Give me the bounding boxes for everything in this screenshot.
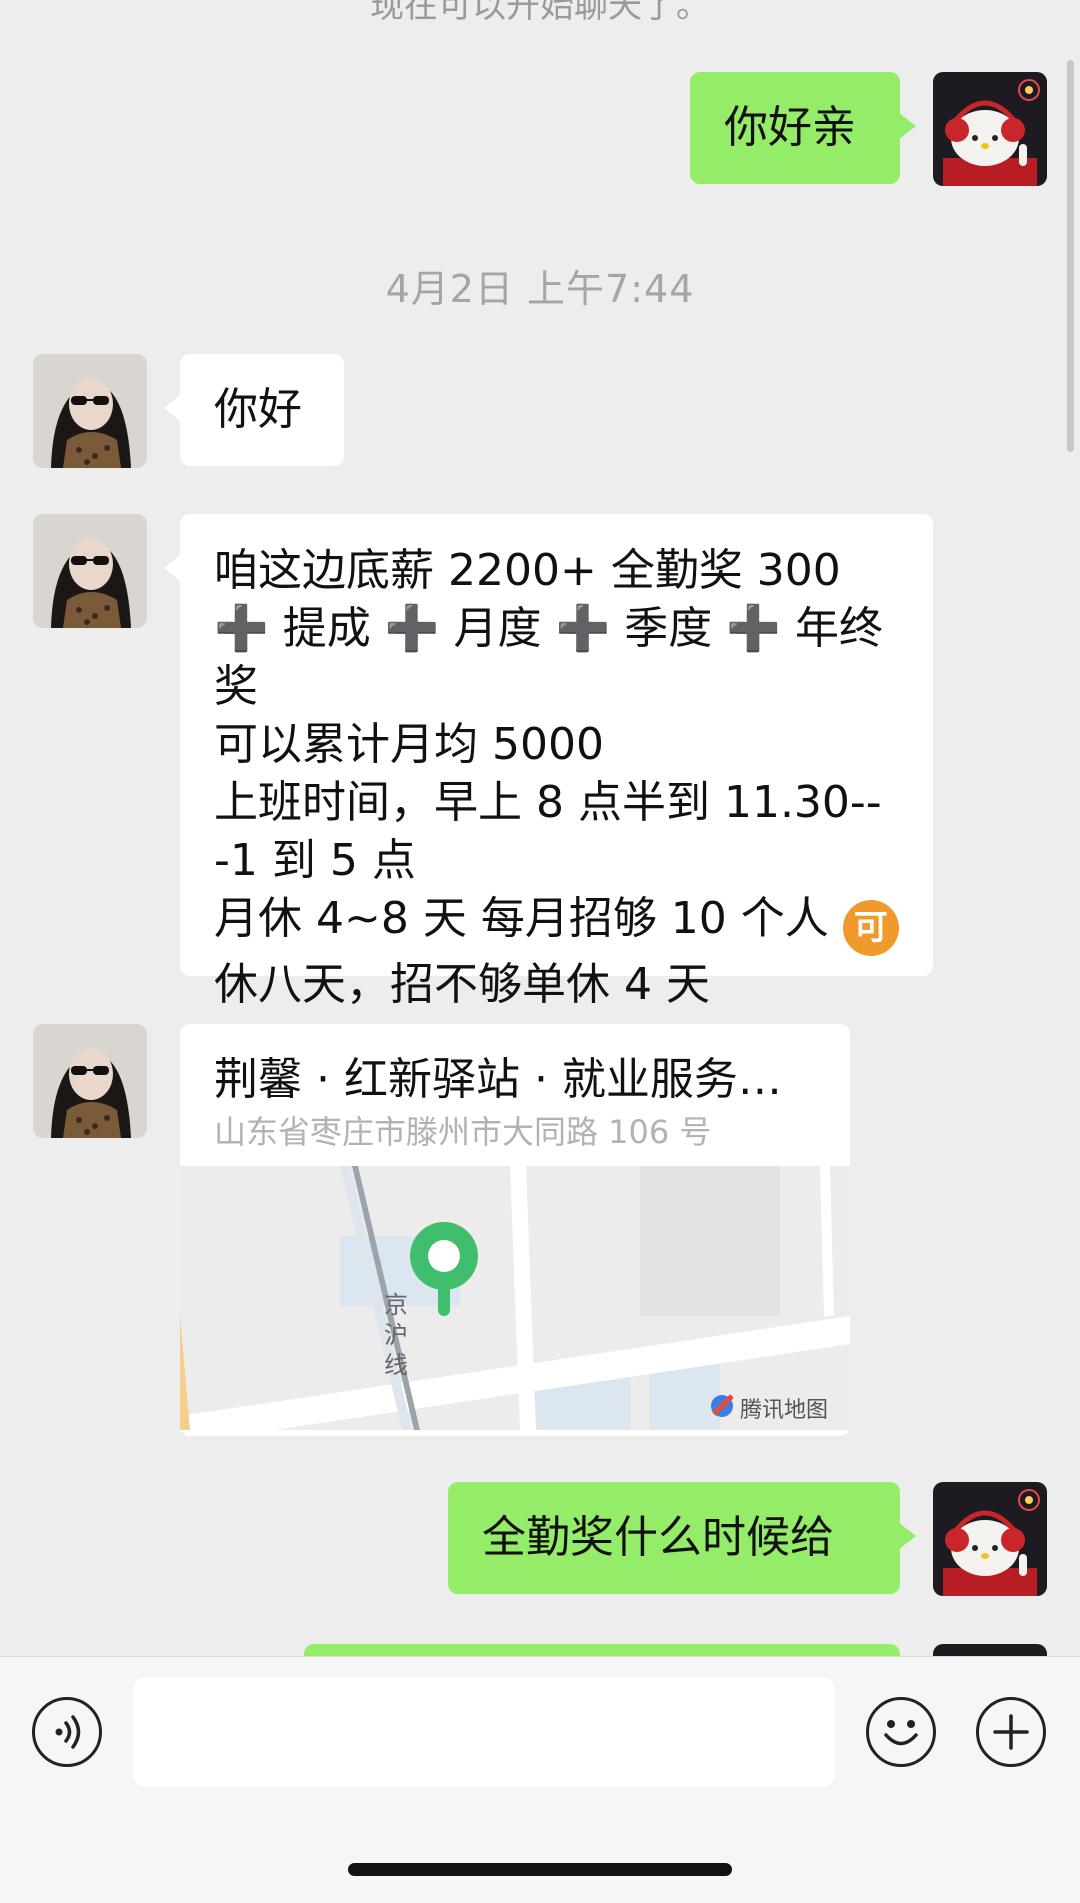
bubble-tail [898,112,916,140]
message-line: 休八天，招不够单休 4 天 [214,959,710,1010]
message-line: -1 到 5 点 [214,835,416,886]
message-text: 全勤奖什么时候给 [482,1512,834,1563]
message-text: 你好 [214,384,302,435]
railway-label-char: 京 [384,1291,408,1319]
message-text: 你好亲 [724,102,856,153]
bubble-tail [164,554,182,582]
message-line: 可以累计月均 5000 [214,719,604,770]
contact-avatar[interactable] [33,354,147,468]
received-message-bubble[interactable]: 你好 [164,354,344,466]
railway-label-char: 线 [384,1351,408,1379]
bubble-tail [898,1522,916,1550]
hello-kitty-avatar-image [933,1482,1047,1596]
message-timestamp: 4月2日 上午7:44 [385,267,695,311]
more-button[interactable] [976,1697,1046,1767]
location-map[interactable]: 京 沪 线 腾讯地图 [180,1166,850,1430]
plus-icon [993,1714,1029,1750]
contact-avatar-image [33,514,147,628]
emoji-button[interactable] [866,1697,936,1767]
message-line: ➕ 提成 ➕ 月度 ➕ 季度 ➕ 年终奖 [214,603,884,712]
contact-avatar-image [33,354,147,468]
voice-icon [55,1715,81,1749]
home-indicator[interactable] [348,1863,732,1876]
message-line-text: 月休 4~8 天 每月招够 10 个人 [214,893,829,944]
bubble-tail [164,394,182,422]
message-input[interactable] [133,1677,835,1787]
voice-button[interactable] [32,1697,102,1767]
system-note: 现在可以开始聊天了。 [370,0,710,26]
map-graphic [180,1166,850,1430]
contact-avatar[interactable] [33,1024,147,1138]
self-avatar[interactable] [933,72,1047,186]
railway-label: 京 沪 线 [382,1290,410,1380]
chat-input-bar [0,1656,1080,1903]
self-avatar[interactable] [933,1482,1047,1596]
message-line: 咱这边底薪 2200+ 全勤奖 300 [214,545,841,596]
contact-avatar[interactable] [33,514,147,628]
sent-message-bubble[interactable]: 全勤奖什么时候给 [448,1482,916,1594]
location-address: 山东省枣庄市滕州市大同路 106 号 [214,1113,712,1151]
scrollbar[interactable] [1067,60,1074,452]
contact-avatar-image [33,1024,147,1138]
message-line: 月休 4~8 天 每月招够 10 个人 可 [214,890,913,956]
sent-message-bubble[interactable]: 你好亲 [690,72,916,184]
ke-emoji-icon: 可 [842,900,899,956]
location-title: 荆馨 · 红新驿站 · 就业服务… [214,1054,782,1105]
emoji-icon [884,1720,918,1746]
message-line: 上班时间，早上 8 点半到 11.30-- [214,777,882,828]
location-card[interactable]: 荆馨 · 红新驿站 · 就业服务… 山东省枣庄市滕州市大同路 106 号 京 沪… [180,1024,850,1436]
railway-label-char: 沪 [384,1321,408,1349]
received-message-bubble[interactable]: 咱这边底薪 2200+ 全勤奖 300 ➕ 提成 ➕ 月度 ➕ 季度 ➕ 年终奖… [164,514,933,1010]
hello-kitty-avatar-image [933,72,1047,186]
map-provider-label: 腾讯地图 [740,1398,829,1423]
